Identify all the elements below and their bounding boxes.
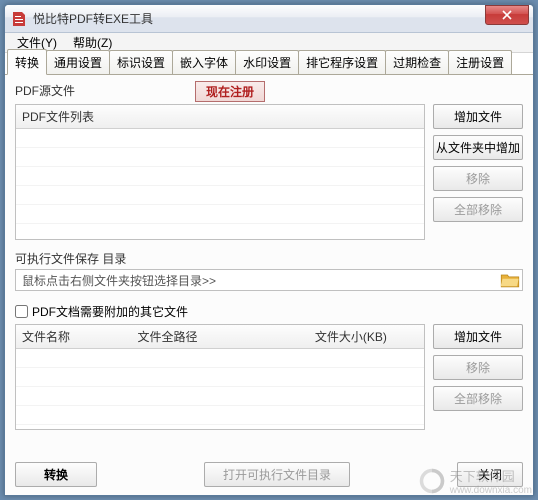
app-window: 悦比特PDF转EXE工具 文件(Y) 帮助(Z) 转换 通用设置 标识设置 嵌入… — [4, 4, 534, 496]
remove-button[interactable]: 移除 — [433, 166, 523, 191]
attach-files-checkbox[interactable] — [15, 305, 28, 318]
add-file-button[interactable]: 增加文件 — [433, 104, 523, 129]
app-icon — [11, 11, 27, 27]
tab-embed-font[interactable]: 嵌入字体 — [172, 50, 236, 74]
tab-identity[interactable]: 标识设置 — [109, 50, 173, 74]
attach-remove-button[interactable]: 移除 — [433, 355, 523, 380]
close-button[interactable]: 关闭 — [457, 462, 523, 487]
titlebar: 悦比特PDF转EXE工具 — [5, 5, 533, 33]
attach-grid-body[interactable] — [16, 349, 424, 429]
tab-general[interactable]: 通用设置 — [46, 50, 110, 74]
source-grid-column: PDF文件列表 — [22, 108, 94, 125]
tab-exclusive[interactable]: 排它程序设置 — [298, 50, 386, 74]
tabstrip: 转换 通用设置 标识设置 嵌入字体 水印设置 排它程序设置 过期检查 注册设置 — [5, 53, 533, 75]
tab-convert[interactable]: 转换 — [7, 49, 47, 75]
source-label: PDF源文件 — [15, 82, 75, 99]
attach-col-size: 文件大小(KB) — [315, 328, 418, 345]
tab-watermark[interactable]: 水印设置 — [235, 50, 299, 74]
tab-expire[interactable]: 过期检查 — [385, 50, 449, 74]
tab-body: PDF源文件 现在注册 PDF文件列表 增加文件 从文件夹中增加 移除 全部移除… — [5, 75, 533, 495]
register-now-button[interactable]: 现在注册 — [195, 81, 265, 102]
source-file-grid: PDF文件列表 — [15, 104, 425, 240]
attach-col-name: 文件名称 — [22, 328, 137, 345]
attach-remove-all-button[interactable]: 全部移除 — [433, 386, 523, 411]
source-grid-body[interactable] — [16, 129, 424, 239]
attach-files-label: PDF文档需要附加的其它文件 — [32, 303, 188, 320]
add-from-folder-button[interactable]: 从文件夹中增加 — [433, 135, 523, 160]
attach-col-path: 文件全路径 — [137, 328, 314, 345]
exec-dir-label: 可执行文件保存 目录 — [15, 250, 523, 267]
bottom-bar: 转换 打开可执行文件目录 关闭 — [15, 446, 523, 487]
exec-dir-input[interactable] — [16, 271, 500, 289]
tab-register[interactable]: 注册设置 — [448, 50, 512, 74]
attach-add-file-button[interactable]: 增加文件 — [433, 324, 523, 349]
convert-button[interactable]: 转换 — [15, 462, 97, 487]
remove-all-button[interactable]: 全部移除 — [433, 197, 523, 222]
close-window-button[interactable] — [485, 5, 529, 25]
attach-file-grid: 文件名称 文件全路径 文件大小(KB) — [15, 324, 425, 430]
open-exec-dir-button[interactable]: 打开可执行文件目录 — [204, 462, 350, 487]
browse-folder-icon[interactable] — [500, 270, 520, 290]
window-title: 悦比特PDF转EXE工具 — [33, 10, 485, 27]
